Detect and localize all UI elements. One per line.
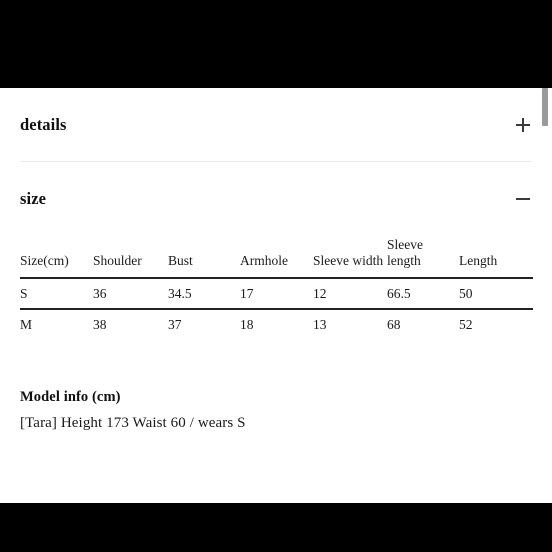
column-header-bust: Bust (168, 253, 193, 269)
cell-sleeve-length: 66.5 (387, 285, 411, 301)
plus-icon-vertical (522, 117, 524, 132)
screen: details size Size(cm) Shoulder Bust Armh… (0, 0, 552, 552)
letterbox-bottom (0, 503, 552, 552)
cell-armhole: 18 (240, 317, 254, 333)
model-info-block: Model info (cm) [Tara] Height 173 Waist … (20, 389, 532, 432)
cell-sleeve-length: 68 (387, 317, 401, 333)
scrollbar-track[interactable] (542, 88, 550, 503)
accordion-details-label: details (20, 114, 67, 134)
accordion-details[interactable]: details (20, 88, 532, 161)
cell-armhole: 17 (240, 285, 254, 301)
model-info-text: [Tara] Height 173 Waist 60 / wears S (20, 415, 246, 432)
table-row: M 38 37 18 13 68 52 (20, 309, 533, 339)
model-info-title: Model info (cm) (20, 389, 121, 406)
page-content: details size Size(cm) Shoulder Bust Armh… (0, 88, 552, 432)
cell-shoulder: 36 (93, 285, 107, 301)
cell-length: 50 (459, 285, 473, 301)
cell-shoulder: 38 (93, 317, 107, 333)
cell-size: S (20, 285, 28, 301)
column-header-shoulder: Shoulder (93, 253, 142, 269)
table-header-row: Size(cm) Shoulder Bust Armhole Sleeve wi… (20, 237, 533, 278)
minus-icon[interactable] (514, 190, 532, 208)
plus-icon[interactable] (514, 116, 532, 134)
cell-size: M (20, 317, 33, 333)
size-chart-table: Size(cm) Shoulder Bust Armhole Sleeve wi… (20, 237, 533, 339)
cell-bust: 34.5 (168, 285, 192, 301)
accordion-size[interactable]: size (20, 162, 532, 235)
letterbox-top (0, 0, 552, 88)
column-header-length: Length (459, 253, 498, 269)
cell-length: 52 (459, 317, 473, 333)
size-chart-head: Size(cm) Shoulder Bust Armhole Sleeve wi… (20, 237, 533, 278)
cell-sleeve-width: 12 (313, 285, 327, 301)
scrollbar-thumb[interactable] (542, 88, 548, 126)
cell-bust: 37 (168, 317, 182, 333)
minus-icon-horizontal (516, 197, 530, 200)
size-chart-body: S 36 34.5 17 12 66.5 50 M 38 37 18 13 68… (20, 278, 533, 339)
column-header-armhole: Armhole (240, 253, 288, 269)
cell-sleeve-width: 13 (313, 317, 327, 333)
size-section: Size(cm) Shoulder Bust Armhole Sleeve wi… (20, 235, 533, 339)
column-header-sleeve-length: Sleeve length (387, 237, 423, 269)
column-header-sleeve-width: Sleeve width (313, 253, 384, 269)
product-detail-page: details size Size(cm) Shoulder Bust Armh… (0, 88, 552, 503)
accordion-size-label: size (20, 188, 47, 208)
table-row: S 36 34.5 17 12 66.5 50 (20, 278, 533, 310)
column-header-size: Size(cm) (20, 253, 69, 269)
